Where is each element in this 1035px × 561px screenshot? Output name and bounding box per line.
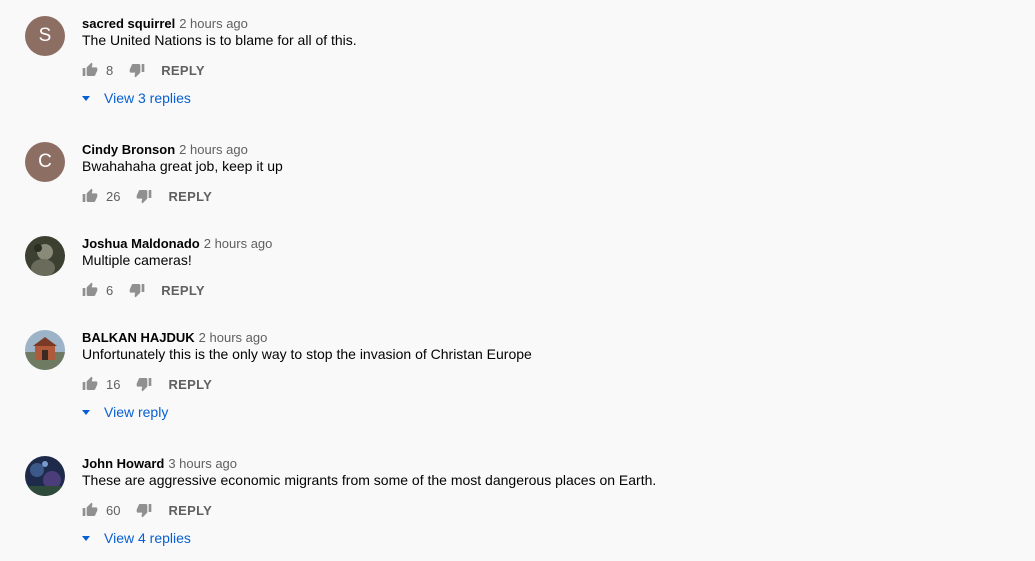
comment-actions: 6 REPLY [82, 280, 205, 300]
avatar-photo [25, 456, 65, 496]
avatar-letter: C [38, 151, 52, 172]
author-name[interactable]: Joshua Maldonado [82, 236, 200, 251]
avatar-photo [25, 236, 65, 276]
avatar-letter: S [38, 25, 52, 46]
thumbs-down-icon[interactable] [129, 282, 145, 298]
comment-actions: 8 REPLY [82, 60, 205, 80]
timestamp[interactable]: 3 hours ago [168, 456, 237, 471]
thumbs-up-icon[interactable] [82, 376, 98, 392]
like-count: 16 [106, 376, 121, 392]
timestamp[interactable]: 2 hours ago [199, 330, 268, 345]
thumbs-up-icon[interactable] [82, 62, 98, 78]
view-replies-label: View 3 replies [104, 90, 191, 106]
comment-text: Multiple cameras! [82, 252, 192, 268]
reply-button[interactable]: REPLY [168, 503, 212, 518]
comment-text: The United Nations is to blame for all o… [82, 32, 357, 48]
comment-actions: 60 REPLY [82, 500, 212, 520]
view-replies-button[interactable]: View reply [82, 402, 168, 422]
view-replies-label: View reply [104, 404, 169, 420]
caret-down-icon [82, 95, 90, 101]
thumbs-down-icon[interactable] [129, 62, 145, 78]
avatar[interactable]: C [25, 142, 65, 182]
view-replies-button[interactable]: View 3 replies [82, 88, 191, 108]
author-name[interactable]: John Howard [82, 456, 164, 471]
comment-actions: 26 REPLY [82, 186, 212, 206]
author-name[interactable]: BALKAN HAJDUK [82, 330, 195, 345]
author-name[interactable]: Cindy Bronson [82, 142, 175, 157]
view-replies-button[interactable]: View 4 replies [82, 528, 191, 548]
avatar[interactable] [25, 456, 65, 496]
like-count: 8 [106, 62, 114, 78]
comment-text: Bwahahaha great job, keep it up [82, 158, 283, 174]
timestamp[interactable]: 2 hours ago [204, 236, 273, 251]
view-replies-label: View 4 replies [104, 530, 191, 546]
author-name[interactable]: sacred squirrel [82, 16, 175, 31]
thumbs-down-icon[interactable] [136, 502, 152, 518]
thumbs-down-icon[interactable] [136, 188, 152, 204]
like-count: 26 [106, 188, 121, 204]
thumbs-up-icon[interactable] [82, 502, 98, 518]
avatar[interactable] [25, 330, 65, 370]
comment-text: Unfortunately this is the only way to st… [82, 346, 532, 362]
like-count: 6 [106, 282, 114, 298]
caret-down-icon [82, 409, 90, 415]
like-count: 60 [106, 502, 121, 518]
reply-button[interactable]: REPLY [161, 63, 205, 78]
thumbs-down-icon[interactable] [136, 376, 152, 392]
comment-actions: 16 REPLY [82, 374, 212, 394]
reply-button[interactable]: REPLY [168, 189, 212, 204]
timestamp[interactable]: 2 hours ago [179, 142, 248, 157]
avatar-photo [25, 330, 65, 370]
reply-button[interactable]: REPLY [161, 283, 205, 298]
thumbs-up-icon[interactable] [82, 282, 98, 298]
reply-button[interactable]: REPLY [168, 377, 212, 392]
avatar[interactable] [25, 236, 65, 276]
timestamp[interactable]: 2 hours ago [179, 16, 248, 31]
caret-down-icon [82, 535, 90, 541]
thumbs-up-icon[interactable] [82, 188, 98, 204]
avatar[interactable]: S [25, 16, 65, 56]
comment-text: These are aggressive economic migrants f… [82, 472, 657, 488]
